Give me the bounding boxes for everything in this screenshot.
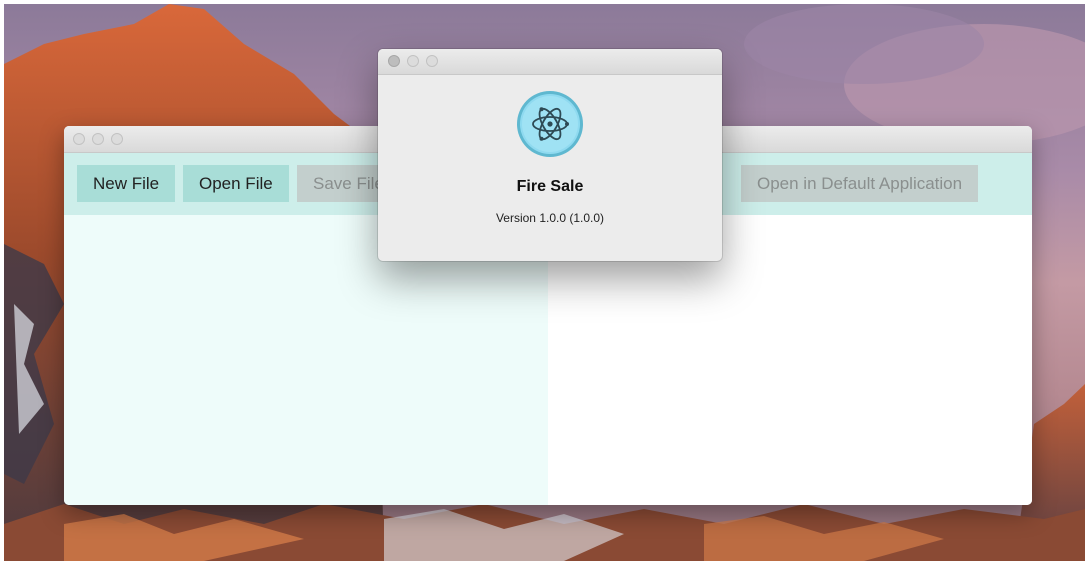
about-dialog: Fire Sale Version 1.0.0 (1.0.0) bbox=[378, 49, 722, 261]
new-file-button[interactable]: New File bbox=[77, 165, 176, 202]
dialog-minimize-button[interactable] bbox=[407, 55, 419, 67]
dialog-zoom-button[interactable] bbox=[426, 55, 438, 67]
about-dialog-titlebar[interactable] bbox=[378, 49, 722, 75]
dialog-close-button[interactable] bbox=[388, 55, 400, 67]
open-default-app-button[interactable]: Open in Default Application bbox=[741, 165, 979, 202]
app-version: Version 1.0.0 (1.0.0) bbox=[495, 211, 605, 225]
app-name: Fire Sale bbox=[516, 178, 584, 195]
zoom-button[interactable] bbox=[111, 133, 123, 145]
dialog-window-controls bbox=[388, 55, 438, 67]
open-file-button[interactable]: Open File bbox=[183, 165, 289, 202]
electron-atom-icon bbox=[517, 91, 583, 157]
minimize-button[interactable] bbox=[92, 133, 104, 145]
close-button[interactable] bbox=[73, 133, 85, 145]
window-controls bbox=[73, 133, 123, 145]
